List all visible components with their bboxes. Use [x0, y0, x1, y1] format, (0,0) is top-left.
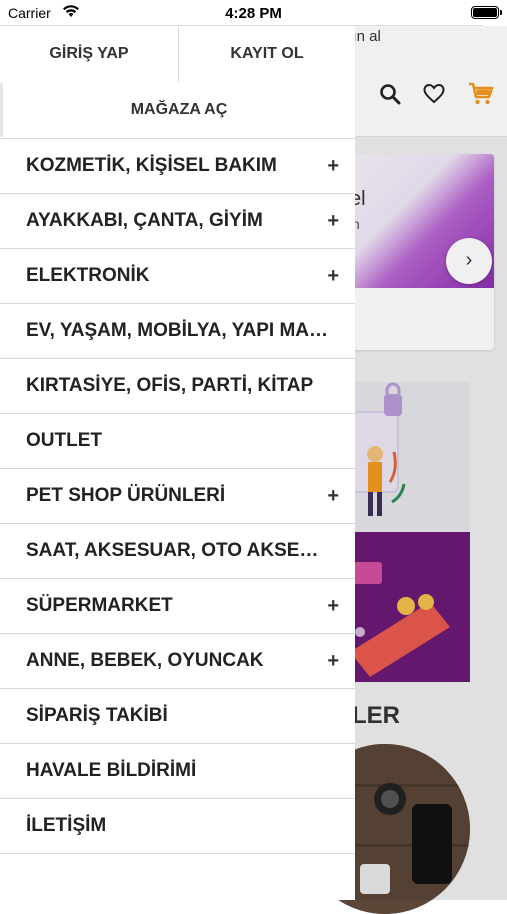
- category-menu: KOZMETİK, KİŞİSEL BAKIM + AYAKKABI, ÇANTA…: [0, 138, 355, 854]
- open-store-button[interactable]: MAĞAZA AÇ: [0, 83, 355, 137]
- menu-item-label: KOZMETİK, KİŞİSEL BAKIM: [26, 155, 277, 176]
- menu-item[interactable]: EV, YAŞAM, MOBİLYA, YAPI MARKET: [0, 303, 355, 358]
- plus-icon[interactable]: +: [327, 469, 339, 523]
- progress-line: [0, 25, 483, 26]
- menu-item[interactable]: ELEKTRONİK +: [0, 248, 355, 303]
- battery-icon: [471, 6, 502, 19]
- status-bar: Carrier 4:28 PM: [0, 0, 507, 26]
- plus-icon[interactable]: +: [327, 194, 339, 248]
- menu-item[interactable]: AYAKKABI, ÇANTA, GİYİM +: [0, 193, 355, 248]
- plus-icon[interactable]: +: [327, 579, 339, 633]
- login-button[interactable]: GİRİŞ YAP: [0, 26, 178, 82]
- menu-item[interactable]: İLETİŞİM: [0, 798, 355, 854]
- menu-item[interactable]: HAVALE BİLDİRİMİ: [0, 743, 355, 798]
- menu-item-label: PET SHOP ÜRÜNLERİ: [26, 485, 226, 506]
- plus-icon[interactable]: +: [327, 634, 339, 688]
- menu-item[interactable]: SÜPERMARKET +: [0, 578, 355, 633]
- menu-item[interactable]: KIRTASİYE, OFİS, PARTİ, KİTAP: [0, 358, 355, 413]
- menu-item[interactable]: SAAT, AKSESUAR, OTO AKSESUAR: [0, 523, 355, 578]
- plus-icon[interactable]: +: [327, 139, 339, 193]
- menu-item-label: İLETİŞİM: [26, 815, 107, 836]
- menu-item-label: ANNE, BEBEK, OYUNCAK: [26, 650, 264, 671]
- menu-item-label: SİPARİŞ TAKİBİ: [26, 705, 168, 726]
- menu-item-label: EV, YAŞAM, MOBİLYA, YAPI MARKET: [26, 320, 331, 341]
- menu-item[interactable]: ANNE, BEBEK, OYUNCAK +: [0, 633, 355, 688]
- menu-item-label: HAVALE BİLDİRİMİ: [26, 760, 197, 781]
- menu-item[interactable]: SİPARİŞ TAKİBİ: [0, 688, 355, 743]
- clock: 4:28 PM: [225, 5, 282, 22]
- register-button[interactable]: KAYIT OL: [179, 26, 355, 82]
- menu-item-label: OUTLET: [26, 430, 102, 451]
- menu-item-label: KIRTASİYE, OFİS, PARTİ, KİTAP: [26, 375, 314, 396]
- menu-item-label: SAAT, AKSESUAR, OTO AKSESUAR: [26, 540, 331, 561]
- menu-item-label: SÜPERMARKET: [26, 595, 173, 616]
- menu-item[interactable]: KOZMETİK, KİŞİSEL BAKIM +: [0, 138, 355, 193]
- side-menu: GİRİŞ YAP KAYIT OL MAĞAZA AÇ KOZMETİK, K…: [0, 26, 355, 900]
- drawer-scrim[interactable]: [355, 26, 507, 900]
- plus-icon[interactable]: +: [327, 249, 339, 303]
- auth-bar: GİRİŞ YAP KAYIT OL: [0, 26, 355, 82]
- menu-item[interactable]: PET SHOP ÜRÜNLERİ +: [0, 468, 355, 523]
- menu-item-label: AYAKKABI, ÇANTA, GİYİM: [26, 210, 263, 231]
- menu-item-label: ELEKTRONİK: [26, 265, 150, 286]
- menu-item[interactable]: OUTLET: [0, 413, 355, 468]
